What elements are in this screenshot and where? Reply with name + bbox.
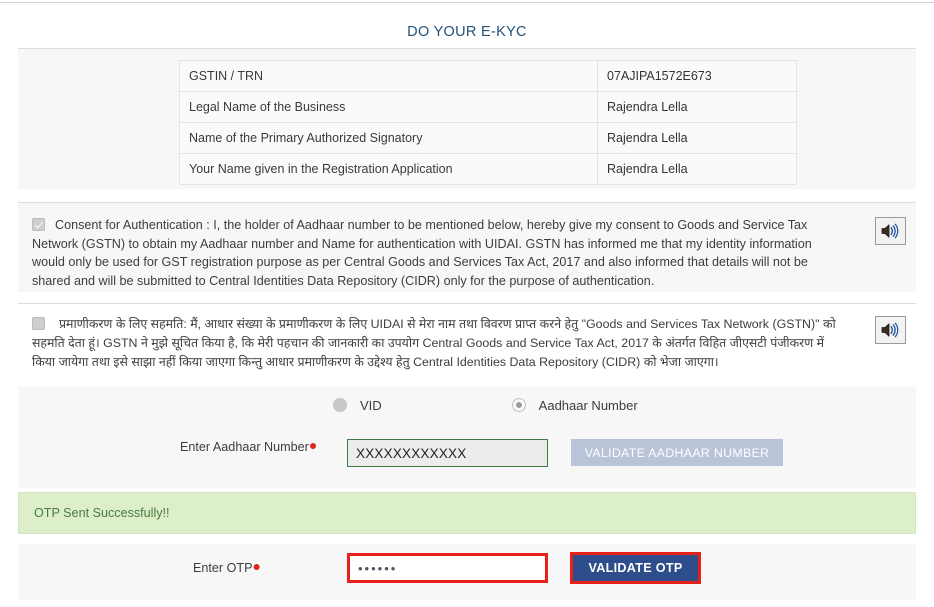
radio-label-aadhaar: Aadhaar Number xyxy=(538,397,638,413)
aadhaar-label-text: Enter Aadhaar Number xyxy=(180,440,309,454)
speaker-icon xyxy=(881,223,899,239)
table-cell-key: Your Name given in the Registration Appl… xyxy=(179,153,598,185)
otp-sent-alert-text: OTP Sent Successfully!! xyxy=(34,506,170,520)
kyc-details-panel: GSTIN / TRN 07AJIPA1572E673 Legal Name o… xyxy=(18,48,916,189)
radio-icon-aadhaar[interactable] xyxy=(511,398,526,412)
table-row: Name of the Primary Authorized Signatory… xyxy=(179,122,797,154)
aadhaar-label: Enter Aadhaar Number● xyxy=(180,438,320,456)
otp-input-panel: Enter OTP● VALIDATE OTP xyxy=(18,544,916,600)
speaker-icon xyxy=(881,322,899,338)
ekyc-page: DO YOUR E-KYC GSTIN / TRN 07AJIPA1572E67… xyxy=(0,0,934,607)
table-row: Your Name given in the Registration Appl… xyxy=(179,153,797,185)
speaker-button-hindi[interactable] xyxy=(875,316,906,344)
table-cell-key: Legal Name of the Business xyxy=(179,91,598,123)
validate-otp-button[interactable]: VALIDATE OTP xyxy=(573,555,698,581)
radio-option-vid[interactable]: VID xyxy=(333,398,382,413)
speaker-button-english[interactable] xyxy=(875,217,906,245)
validate-aadhaar-button[interactable]: VALIDATE AADHAAR NUMBER xyxy=(571,439,783,466)
aadhaar-input-panel: Enter Aadhaar Number● VALIDATE AADHAAR N… xyxy=(18,424,916,488)
table-cell-value: Rajendra Lella xyxy=(597,91,797,123)
consent-panel-hindi: प्रमाणीकरण के लिए सहमति: मैं, आधार संख्य… xyxy=(18,303,916,381)
consent-text-english: Consent for Authentication : I, the hold… xyxy=(32,218,812,288)
radio-icon-vid[interactable] xyxy=(333,398,347,412)
id-type-radio-group: VID Aadhaar Number xyxy=(18,386,916,424)
radio-label-vid: VID xyxy=(360,397,382,413)
consent-checkbox-english[interactable] xyxy=(32,218,45,231)
required-marker: ● xyxy=(308,437,318,453)
table-cell-value: Rajendra Lella xyxy=(597,153,797,185)
consent-text-english-container: Consent for Authentication : I, the hold… xyxy=(32,216,832,290)
consent-text-hindi-container: प्रमाणीकरण के लिए सहमति: मैं, आधार संख्य… xyxy=(32,315,837,372)
top-divider xyxy=(0,2,934,3)
aadhaar-number-input[interactable] xyxy=(347,439,548,467)
table-cell-key: Name of the Primary Authorized Signatory xyxy=(179,122,598,154)
consent-panel-english: Consent for Authentication : I, the hold… xyxy=(18,202,916,292)
table-cell-key: GSTIN / TRN xyxy=(179,60,598,92)
otp-label: Enter OTP● xyxy=(193,558,261,575)
otp-sent-alert: OTP Sent Successfully!! xyxy=(18,492,916,534)
radio-option-aadhaar[interactable]: Aadhaar Number xyxy=(511,397,638,413)
otp-label-text: Enter OTP xyxy=(193,561,253,575)
consent-text-hindi: प्रमाणीकरण के लिए सहमति: मैं, आधार संख्य… xyxy=(32,317,836,369)
kyc-details-tbody: GSTIN / TRN 07AJIPA1572E673 Legal Name o… xyxy=(179,60,797,185)
table-cell-value: Rajendra Lella xyxy=(597,122,797,154)
table-row: Legal Name of the Business Rajendra Lell… xyxy=(179,91,797,123)
kyc-details-table: GSTIN / TRN 07AJIPA1572E673 Legal Name o… xyxy=(179,60,797,185)
table-cell-value: 07AJIPA1572E673 xyxy=(597,60,797,92)
consent-checkbox-hindi[interactable] xyxy=(32,317,45,330)
otp-input[interactable] xyxy=(347,553,548,583)
table-row: GSTIN / TRN 07AJIPA1572E673 xyxy=(179,60,797,92)
page-title: DO YOUR E-KYC xyxy=(407,24,527,40)
required-marker: ● xyxy=(252,558,261,574)
id-type-panel: VID Aadhaar Number xyxy=(18,386,916,424)
validate-otp-button-highlight: VALIDATE OTP xyxy=(570,552,701,584)
